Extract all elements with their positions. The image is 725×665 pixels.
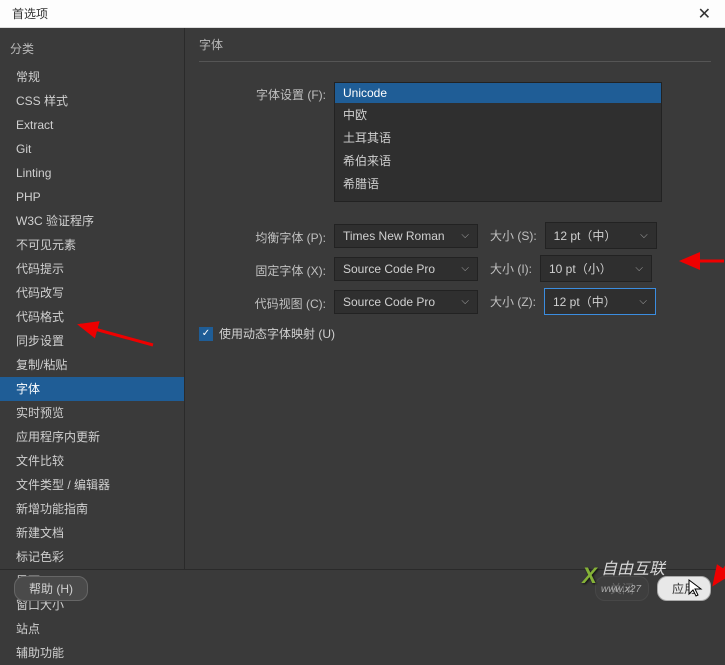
sidebar-item[interactable]: 新增功能指南 <box>0 497 184 521</box>
prop-font-label: 均衡字体 (P): <box>199 225 334 246</box>
titlebar: 首选项 ✕ <box>0 0 725 28</box>
code-size-value: 12 pt（中） <box>553 293 616 310</box>
code-view-value: Source Code Pro <box>343 295 435 309</box>
sidebar-item[interactable]: Linting <box>0 161 184 185</box>
sidebar-item[interactable]: Extract <box>0 113 184 137</box>
prop-size-value: 12 pt（中） <box>554 227 617 244</box>
sidebar-item[interactable]: 同步设置 <box>0 329 184 353</box>
chevron-down-icon: ⌵ <box>635 263 643 274</box>
sidebar-item[interactable]: 辅助功能 <box>0 641 184 665</box>
fixed-font-value: Source Code Pro <box>343 262 435 276</box>
sidebar-item[interactable]: CSS 样式 <box>0 89 184 113</box>
fixed-size-value: 10 pt（小） <box>549 260 612 277</box>
prop-size-dropdown[interactable]: 12 pt（中） ⌵ <box>545 222 657 249</box>
fixed-font-dropdown[interactable]: Source Code Pro ⌵ <box>334 257 478 281</box>
content: 分类 常规CSS 样式ExtractGitLintingPHPW3C 验证程序不… <box>0 28 725 569</box>
sidebar-item[interactable]: 不可见元素 <box>0 233 184 257</box>
sidebar-item[interactable]: 文件比较 <box>0 449 184 473</box>
sidebar-item[interactable]: W3C 验证程序 <box>0 209 184 233</box>
sidebar-item[interactable]: 代码格式 <box>0 305 184 329</box>
dynamic-mapping-checkbox[interactable]: ✓ <box>199 327 213 341</box>
apply-button[interactable]: 应用 <box>657 576 711 601</box>
prop-size-label: 大小 (S): <box>490 227 537 244</box>
code-view-dropdown[interactable]: Source Code Pro ⌵ <box>334 290 478 314</box>
sidebar-list: 常规CSS 样式ExtractGitLintingPHPW3C 验证程序不可见元… <box>0 65 184 665</box>
chevron-down-icon: ⌵ <box>639 296 647 307</box>
sidebar-item[interactable]: 复制/粘贴 <box>0 353 184 377</box>
listbox-item[interactable]: Unicode <box>335 83 661 103</box>
dynamic-mapping-row: ✓ 使用动态字体映射 (U) <box>199 325 711 342</box>
prop-font-dropdown[interactable]: Times New Roman ⌵ <box>334 224 478 248</box>
close-icon[interactable]: ✕ <box>692 4 717 24</box>
prop-font-row: 均衡字体 (P): Times New Roman ⌵ 大小 (S): 12 p… <box>199 222 711 249</box>
fixed-size-label: 大小 (I): <box>490 260 532 277</box>
sidebar-item[interactable]: PHP <box>0 185 184 209</box>
listbox-item[interactable]: 中欧 <box>335 103 661 126</box>
code-view-label: 代码视图 (C): <box>199 291 334 312</box>
sidebar-item[interactable]: 常规 <box>0 65 184 89</box>
sidebar-item[interactable]: 应用程序内更新 <box>0 425 184 449</box>
help-button[interactable]: 帮助 (H) <box>14 576 88 601</box>
sidebar-item[interactable]: Git <box>0 137 184 161</box>
chevron-down-icon: ⌵ <box>461 296 469 307</box>
dynamic-mapping-label: 使用动态字体映射 (U) <box>219 325 335 342</box>
fixed-font-row: 固定字体 (X): Source Code Pro ⌵ 大小 (I): 10 p… <box>199 255 711 282</box>
sidebar-item[interactable]: 代码提示 <box>0 257 184 281</box>
listbox-item[interactable]: 希伯来语 <box>335 149 661 172</box>
sidebar-item[interactable]: 标记色彩 <box>0 545 184 569</box>
font-settings-label: 字体设置 (F): <box>199 82 334 103</box>
sidebar: 分类 常规CSS 样式ExtractGitLintingPHPW3C 验证程序不… <box>0 28 185 569</box>
prop-font-value: Times New Roman <box>343 229 445 243</box>
sidebar-item[interactable]: 文件类型 / 编辑器 <box>0 473 184 497</box>
chevron-down-icon: ⌵ <box>461 230 469 241</box>
fixed-font-label: 固定字体 (X): <box>199 258 334 279</box>
sidebar-item[interactable]: 新建文档 <box>0 521 184 545</box>
font-settings-row: 字体设置 (F): Unicode中欧土耳其语希伯来语希腊语日语朝鲜语 <box>199 82 711 202</box>
footer-right: 关闭 应用 <box>595 576 711 601</box>
panel-title: 字体 <box>199 36 711 62</box>
window-title: 首选项 <box>8 5 48 22</box>
sidebar-item[interactable]: 代码改写 <box>0 281 184 305</box>
listbox-item[interactable]: 日语 <box>335 195 661 202</box>
fixed-size-dropdown[interactable]: 10 pt（小） ⌵ <box>540 255 652 282</box>
main-panel: 字体 字体设置 (F): Unicode中欧土耳其语希伯来语希腊语日语朝鲜语 均… <box>185 28 725 569</box>
code-size-label: 大小 (Z): <box>490 293 536 310</box>
chevron-down-icon: ⌵ <box>640 230 648 241</box>
sidebar-item[interactable]: 实时预览 <box>0 401 184 425</box>
listbox-item[interactable]: 希腊语 <box>335 172 661 195</box>
sidebar-item[interactable]: 站点 <box>0 617 184 641</box>
font-settings-listbox[interactable]: Unicode中欧土耳其语希伯来语希腊语日语朝鲜语 <box>334 82 662 202</box>
listbox-item[interactable]: 土耳其语 <box>335 126 661 149</box>
code-size-dropdown[interactable]: 12 pt（中） ⌵ <box>544 288 656 315</box>
code-view-row: 代码视图 (C): Source Code Pro ⌵ 大小 (Z): 12 p… <box>199 288 711 315</box>
close-button[interactable]: 关闭 <box>595 576 649 601</box>
sidebar-item[interactable]: 字体 <box>0 377 184 401</box>
sidebar-header: 分类 <box>0 36 184 65</box>
chevron-down-icon: ⌵ <box>461 263 469 274</box>
